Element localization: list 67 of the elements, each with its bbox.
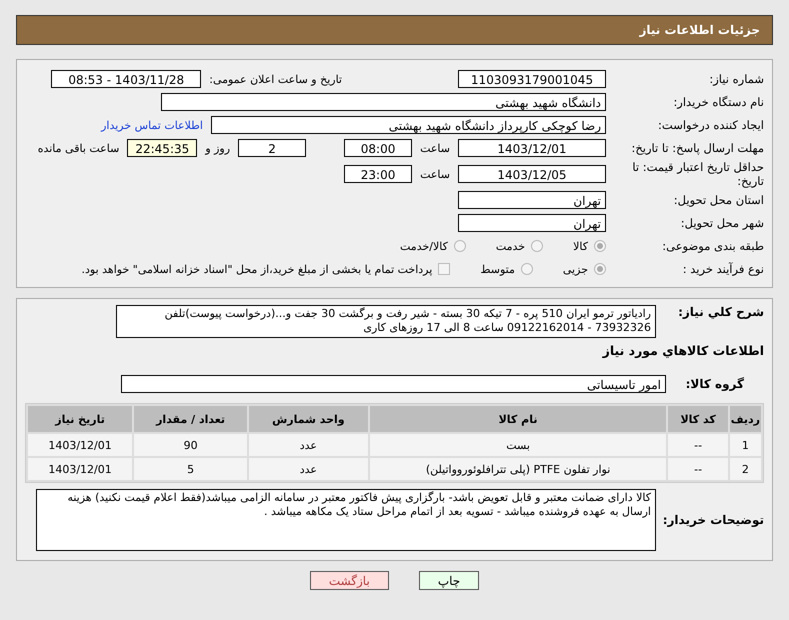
- validity-date-field: 1403/12/05: [458, 165, 606, 183]
- section-heading: اطلاعات کالاهاي مورد نیاز: [602, 342, 764, 358]
- table-cell: 5: [134, 458, 248, 480]
- table-cell: --: [668, 458, 728, 480]
- buyer-org-field: دانشگاه شهید بهشتی: [161, 93, 606, 111]
- table-cell: 1: [730, 434, 761, 456]
- field-label: تاریخ و ساعت اعلان عمومی:: [209, 72, 342, 86]
- field-label: ساعت: [420, 168, 450, 180]
- table-cell: عدد: [249, 434, 368, 456]
- field-label: استان محل تحویل:: [672, 193, 764, 207]
- remaining-time-field: 22:45:35: [127, 139, 198, 157]
- buyer-contact-link[interactable]: اطلاعات تماس خریدار: [101, 118, 203, 132]
- field-label: ساعت: [420, 142, 450, 154]
- deadline-time-field: 08:00: [344, 139, 412, 157]
- radio-label: متوسط: [480, 262, 515, 276]
- table-cell: 2: [730, 458, 761, 480]
- back-button[interactable]: بازگشت: [310, 571, 389, 590]
- description-textarea[interactable]: رادیاتور ترمو ایران 510 پره - 7 تیکه 30 بسته - شیر رفت و برگشت 30 جفت و...(درخواست پیوست)تلفن 73932326 - 09122162014 ساعت 8 الی 17 روزهای کاری: [116, 305, 656, 338]
- field-label: توضیحات خریدار:: [664, 513, 764, 527]
- days-field: 2: [238, 139, 306, 157]
- announce-date-field: 1403/11/28 - 08:53: [51, 70, 202, 88]
- column-header: تاریخ نیاز: [28, 406, 132, 432]
- column-header: ردیف: [730, 406, 761, 432]
- radio-label: جزیی: [562, 262, 588, 276]
- field-label: شرح کلي نیاز:: [677, 305, 764, 319]
- table-cell: عدد: [249, 458, 368, 480]
- checkbox-label: پرداخت تمام یا بخشی از مبلغ خرید،از محل "اسناد خزانه اسلامی" خواهد بود.: [82, 262, 432, 276]
- field-label: شماره نیاز:: [708, 72, 764, 86]
- field-label: نوع فرآیند خرید :: [682, 262, 764, 276]
- deadline-date-field: 1403/12/01: [458, 139, 606, 157]
- table-cell: بست: [370, 434, 666, 456]
- radio-button[interactable]: [531, 240, 544, 252]
- column-header: واحد شمارش: [249, 406, 368, 432]
- need-number-field: 1103093179001045: [458, 70, 606, 88]
- buyer-notes-textarea[interactable]: کالا دارای ضمانت معتبر و قابل تعویض باشد- بارگزاری پیش فاکتور معتبر در سامانه الزامی میباشد(فقط اعلام قیمت نکنید) هزینه ارسال به عهده فروشنده میباشد - تسویه بعد از اتمام مراحل ستاد یک مکاهه میباشد .: [36, 489, 656, 551]
- field-label: ساعت باقی مانده: [38, 142, 120, 154]
- radio-button[interactable]: [594, 263, 606, 275]
- validity-time-field: 23:00: [344, 165, 412, 183]
- radio-label: خدمت: [496, 240, 526, 252]
- radio-button[interactable]: [520, 263, 533, 275]
- field-label: طبقه بندی موضوعی:: [661, 239, 764, 253]
- table-cell: نوار تفلون PTFE (پلی تترافلوئوروواتیلن): [370, 458, 666, 480]
- column-header: کد کالا: [668, 406, 728, 432]
- radio-button[interactable]: [454, 240, 466, 252]
- table-cell: 1403/12/01: [28, 434, 132, 456]
- radio-label: کالا/خدمت: [400, 240, 448, 252]
- requester-field: رضا کوچکی کارپرداز دانشگاه شهید بهشتی: [211, 116, 606, 134]
- field-label: مهلت ارسال پاسخ: تا تاریخ:: [630, 141, 764, 155]
- field-label: نام دستگاه خریدار:: [672, 95, 764, 109]
- column-header: نام کالا: [370, 406, 666, 432]
- province-field: تهران: [458, 191, 606, 209]
- print-button[interactable]: چاپ: [418, 571, 480, 590]
- goods-group-field: امور تاسیساتی: [121, 375, 666, 393]
- column-header: تعداد / مقدار: [134, 406, 248, 432]
- field-label: روز و: [205, 142, 230, 154]
- checkbox[interactable]: [438, 263, 450, 275]
- table-cell: 90: [134, 434, 248, 456]
- radio-button[interactable]: [594, 240, 606, 252]
- field-label: حداقل تاریخ اعتبار قیمت: تا تاریخ:: [631, 160, 764, 188]
- radio-label: کالا: [573, 240, 588, 252]
- field-label: شهر محل تحویل:: [680, 216, 764, 230]
- city-field: تهران: [458, 214, 606, 232]
- field-label: گروه کالا:: [684, 377, 744, 391]
- table-cell: --: [668, 434, 728, 456]
- page-title: جزئیات اطلاعات نیاز: [639, 23, 760, 37]
- field-label: ایجاد کننده درخواست:: [657, 118, 764, 132]
- table-cell: 1403/12/01: [28, 458, 132, 480]
